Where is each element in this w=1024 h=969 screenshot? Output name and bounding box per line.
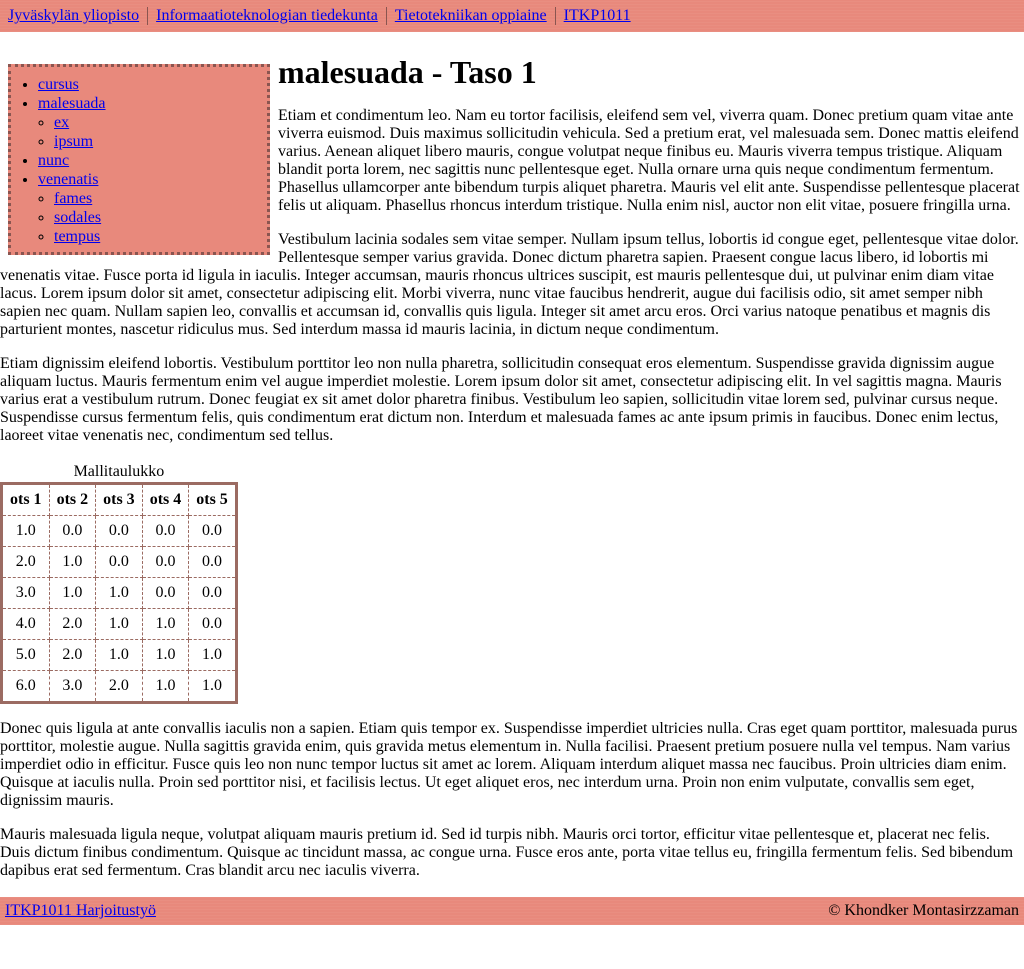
table-header-cell: ots 2	[48, 483, 97, 516]
table-cell: 1.0	[95, 577, 143, 609]
table-cell: 1.0	[188, 639, 237, 671]
table-header-cell: ots 4	[141, 483, 190, 516]
table-cell: 0.0	[95, 546, 143, 578]
table-cell: 1.0	[141, 608, 190, 640]
sample-table: ots 1 ots 2 ots 3 ots 4 ots 5 1.0 0.0 0.…	[0, 482, 238, 704]
nav-item: malesuada ex ipsum	[38, 94, 267, 151]
table-cell: 2.0	[48, 639, 97, 671]
nav-item: cursus	[38, 75, 267, 94]
breadcrumb-link-course[interactable]: ITKP1011	[564, 7, 631, 24]
table-cell: 1.0	[95, 608, 143, 640]
breadcrumb: Jyväskylän yliopisto Informaatioteknolog…	[0, 7, 639, 25]
nav-link-cursus[interactable]: cursus	[38, 76, 79, 93]
nav-item: nunc	[38, 151, 267, 170]
table-row: 1.0 0.0 0.0 0.0 0.0	[1, 515, 237, 547]
table-cell: 0.0	[188, 546, 237, 578]
table-cell: 0.0	[141, 577, 190, 609]
table-cell: 0.0	[141, 515, 190, 547]
table-cell: 1.0	[141, 670, 190, 703]
table-cell: 2.0	[1, 546, 50, 578]
table-cell: 1.0	[188, 670, 237, 703]
paragraph: Donec quis ligula at ante convallis iacu…	[0, 720, 1018, 809]
top-breadcrumb-bar: Jyväskylän yliopisto Informaatioteknolog…	[0, 0, 1024, 32]
table-row: 6.0 3.0 2.0 1.0 1.0	[1, 670, 237, 703]
nav-link-fames[interactable]: fames	[54, 190, 92, 207]
table-cell: 2.0	[48, 608, 97, 640]
breadcrumb-link-faculty[interactable]: Informaatioteknologian tiedekunta	[156, 7, 378, 24]
nav-subitem: sodales	[54, 208, 267, 227]
nav-link-ipsum[interactable]: ipsum	[54, 133, 93, 150]
nav-sublist: fames sodales tempus	[38, 189, 267, 246]
table-caption: Mallitaulukko	[73, 463, 165, 480]
table-cell: 0.0	[141, 546, 190, 578]
page-footer: ITKP1011 Harjoitustyö © Khondker Montasi…	[0, 897, 1024, 925]
table-row: 3.0 1.0 1.0 0.0 0.0	[1, 577, 237, 609]
footer-course-link[interactable]: ITKP1011 Harjoitustyö	[5, 902, 156, 920]
nav-subitem: ex	[54, 113, 267, 132]
table-row: 5.0 2.0 1.0 1.0 1.0	[1, 639, 237, 671]
table-cell: 5.0	[1, 639, 50, 671]
table-cell: 0.0	[48, 515, 97, 547]
table-cell: 0.0	[188, 515, 237, 547]
nav-link-venenatis[interactable]: venenatis	[38, 171, 98, 188]
breadcrumb-item: Tietotekniikan oppiaine	[385, 7, 555, 25]
table-row: 2.0 1.0 0.0 0.0 0.0	[1, 546, 237, 578]
table-cell: 0.0	[188, 577, 237, 609]
footer-copyright: © Khondker Montasirzzaman	[828, 902, 1019, 919]
nav-subitem: fames	[54, 189, 267, 208]
table-cell: 1.0	[48, 577, 97, 609]
breadcrumb-item: Jyväskylän yliopisto	[0, 7, 147, 25]
breadcrumb-item: ITKP1011	[554, 7, 639, 25]
table-cell: 1.0	[141, 639, 190, 671]
nav-link-sodales[interactable]: sodales	[54, 209, 101, 226]
side-navigation: cursus malesuada ex ipsum nunc venenatis…	[8, 64, 270, 255]
table-header-cell: ots 3	[95, 483, 143, 516]
table-cell: 4.0	[1, 608, 50, 640]
table-cell: 1.0	[1, 515, 50, 547]
table-cell: 2.0	[95, 670, 143, 703]
breadcrumb-link-university[interactable]: Jyväskylän yliopisto	[8, 7, 139, 24]
nav-link-nunc[interactable]: nunc	[38, 152, 69, 169]
nav-link-ex[interactable]: ex	[54, 114, 69, 131]
table-cell: 1.0	[48, 546, 97, 578]
sample-table-container: Mallitaulukko ots 1 ots 2 ots 3 ots 4 ot…	[0, 463, 238, 704]
table-cell: 6.0	[1, 670, 50, 703]
paragraph: Mauris malesuada ligula neque, volutpat …	[0, 826, 1014, 879]
table-header-cell: ots 1	[1, 483, 50, 516]
table-row: 4.0 2.0 1.0 1.0 0.0	[1, 608, 237, 640]
table-header-cell: ots 5	[188, 483, 237, 516]
table-cell: 0.0	[188, 608, 237, 640]
breadcrumb-item: Informaatioteknologian tiedekunta	[147, 7, 386, 25]
paragraph: Etiam dignissim eleifend lobortis. Vesti…	[0, 355, 1002, 444]
nav-link-tempus[interactable]: tempus	[54, 228, 100, 245]
table-header-row: ots 1 ots 2 ots 3 ots 4 ots 5	[1, 483, 237, 516]
after-table-text: Donec quis ligula at ante convallis iacu…	[0, 720, 1024, 880]
nav-list: cursus malesuada ex ipsum nunc venenatis…	[11, 75, 267, 246]
nav-link-malesuada[interactable]: malesuada	[38, 95, 106, 112]
nav-subitem: tempus	[54, 227, 267, 246]
breadcrumb-link-department[interactable]: Tietotekniikan oppiaine	[395, 7, 547, 24]
table-cell: 3.0	[48, 670, 97, 703]
nav-subitem: ipsum	[54, 132, 267, 151]
table-cell: 3.0	[1, 577, 50, 609]
nav-item: venenatis fames sodales tempus	[38, 170, 267, 246]
table-cell: 0.0	[95, 515, 143, 547]
table-cell: 1.0	[95, 639, 143, 671]
nav-sublist: ex ipsum	[38, 113, 267, 151]
